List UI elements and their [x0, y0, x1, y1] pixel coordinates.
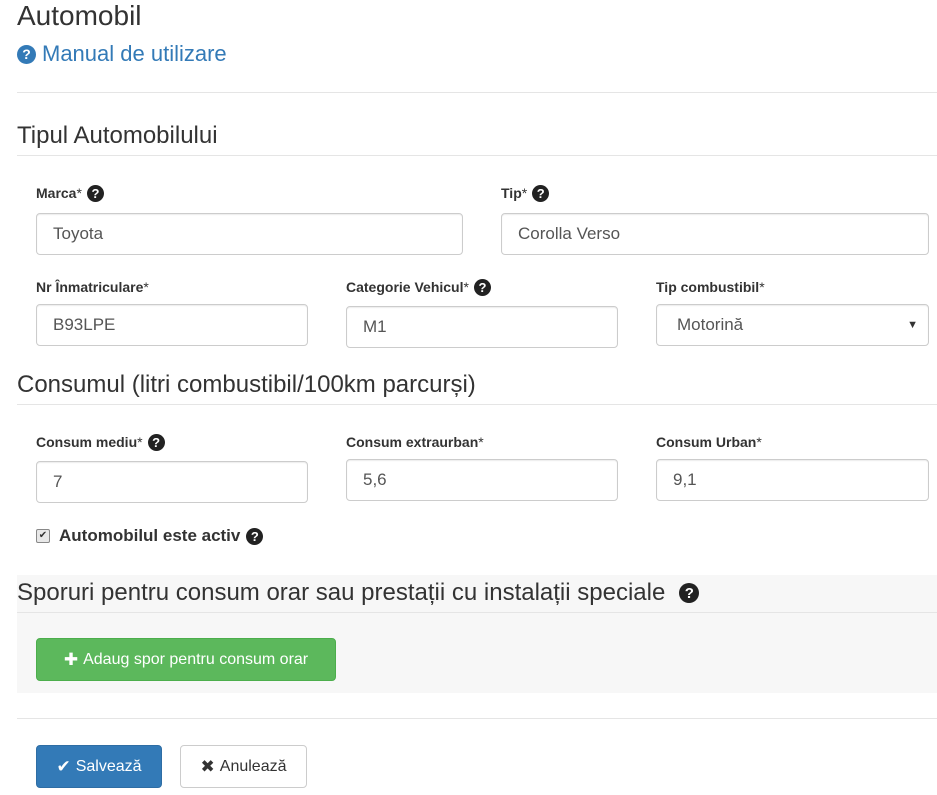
add-spor-label: Adaug spor pentru consum orar [83, 650, 309, 668]
question-circle-icon[interactable]: ? [86, 184, 104, 202]
required-mark: * [76, 185, 82, 201]
question-circle-icon[interactable]: ? [679, 583, 700, 603]
label-consum-mediu-text: Consum mediu [36, 434, 138, 450]
label-categorie-vehicul: Categorie Vehicul * ? [346, 278, 491, 296]
label-tip-text: Tip [501, 185, 522, 201]
label-nr-inmatriculare: Nr Înmatriculare * [36, 278, 149, 296]
consum-mediu-input[interactable]: 7 [36, 461, 308, 503]
question-circle-icon[interactable]: ? [147, 433, 165, 451]
tip-input[interactable]: Corolla Verso [501, 213, 929, 255]
label-tip-combustibil: Tip combustibil * [656, 278, 765, 296]
section-divider [17, 612, 937, 613]
active-label[interactable]: Automobilul este activ [59, 526, 240, 546]
section-title-consum: Consumul (litri combustibil/100km parcur… [17, 371, 476, 398]
consum-urban-input[interactable]: 9,1 [656, 459, 929, 501]
label-marca: Marca * ? [36, 184, 104, 202]
consum-urban-value: 9,1 [673, 470, 697, 489]
question-circle-icon[interactable]: ? [246, 527, 264, 545]
save-label: Salvează [75, 757, 142, 775]
tip-value: Corolla Verso [518, 224, 621, 243]
section-title-sporuri: Sporuri pentru consum orar sau prestații… [17, 579, 700, 607]
cancel-label: Anulează [219, 757, 287, 775]
divider [17, 92, 937, 93]
page: Automobil ? Manual de utilizare Tipul Au… [0, 0, 937, 795]
label-combustibil-text: Tip combustibil [656, 279, 760, 295]
consum-extraurban-input[interactable]: 5,6 [346, 459, 618, 501]
save-button[interactable]: ✔ Salvează [36, 745, 162, 788]
question-circle-icon[interactable]: ? [473, 278, 491, 296]
label-consum-urban-text: Consum Urban [656, 434, 757, 450]
categorie-value: M1 [363, 317, 387, 336]
section-divider [17, 155, 937, 156]
cancel-button[interactable]: ✖ Anulează [180, 745, 307, 788]
question-circle-icon: ? [17, 44, 36, 64]
check-icon: ✔ [38, 530, 48, 541]
consum-extraurban-value: 5,6 [363, 470, 387, 489]
required-mark: * [521, 185, 528, 201]
required-mark: * [137, 434, 143, 450]
label-consum-urban: Consum Urban * [656, 433, 762, 451]
question-circle-icon[interactable]: ? [532, 184, 550, 202]
required-mark: * [143, 279, 149, 295]
label-consum-extraurban: Consum extraurban * [346, 433, 484, 451]
plus-icon: ✚ [63, 649, 79, 669]
nr-value: B93LPE [53, 315, 116, 334]
categorie-vehicul-input[interactable]: M1 [346, 306, 618, 348]
label-marca-text: Marca [36, 185, 77, 201]
manual-link[interactable]: ? Manual de utilizare [17, 41, 227, 67]
caret-down-icon: ▼ [907, 319, 918, 331]
required-mark: * [463, 279, 469, 295]
label-categorie-text: Categorie Vehicul [346, 279, 464, 295]
active-checkbox[interactable]: ✔ [36, 529, 50, 543]
section-title-tip: Tipul Automobilului [17, 122, 218, 149]
active-checkbox-row: ✔ Automobilul este activ ? [36, 526, 264, 546]
consum-mediu-value: 7 [53, 472, 63, 491]
combustibil-value: Motorină [677, 315, 744, 334]
required-mark: * [756, 434, 762, 450]
page-title: Automobil [17, 0, 142, 31]
section-title-sporuri-text: Sporuri pentru consum orar sau prestații… [17, 579, 666, 606]
marca-value: Toyota [53, 224, 104, 243]
required-mark: * [478, 434, 484, 450]
label-tip: Tip * ? [501, 184, 550, 202]
label-nr-text: Nr Înmatriculare [36, 279, 144, 295]
label-consum-mediu: Consum mediu * ? [36, 433, 165, 451]
tip-combustibil-select[interactable]: Motorină ▼ [656, 304, 929, 346]
times-icon: ✖ [200, 756, 215, 776]
marca-input[interactable]: Toyota [36, 213, 463, 255]
check-icon: ✔ [56, 756, 71, 776]
section-divider [17, 404, 937, 405]
divider [17, 718, 937, 719]
label-consum-extraurban-text: Consum extraurban [346, 434, 479, 450]
nr-inmatriculare-input[interactable]: B93LPE [36, 304, 308, 346]
add-spor-button[interactable]: ✚ Adaug spor pentru consum orar [36, 638, 336, 681]
required-mark: * [759, 279, 765, 295]
manual-link-label: Manual de utilizare [42, 41, 227, 66]
